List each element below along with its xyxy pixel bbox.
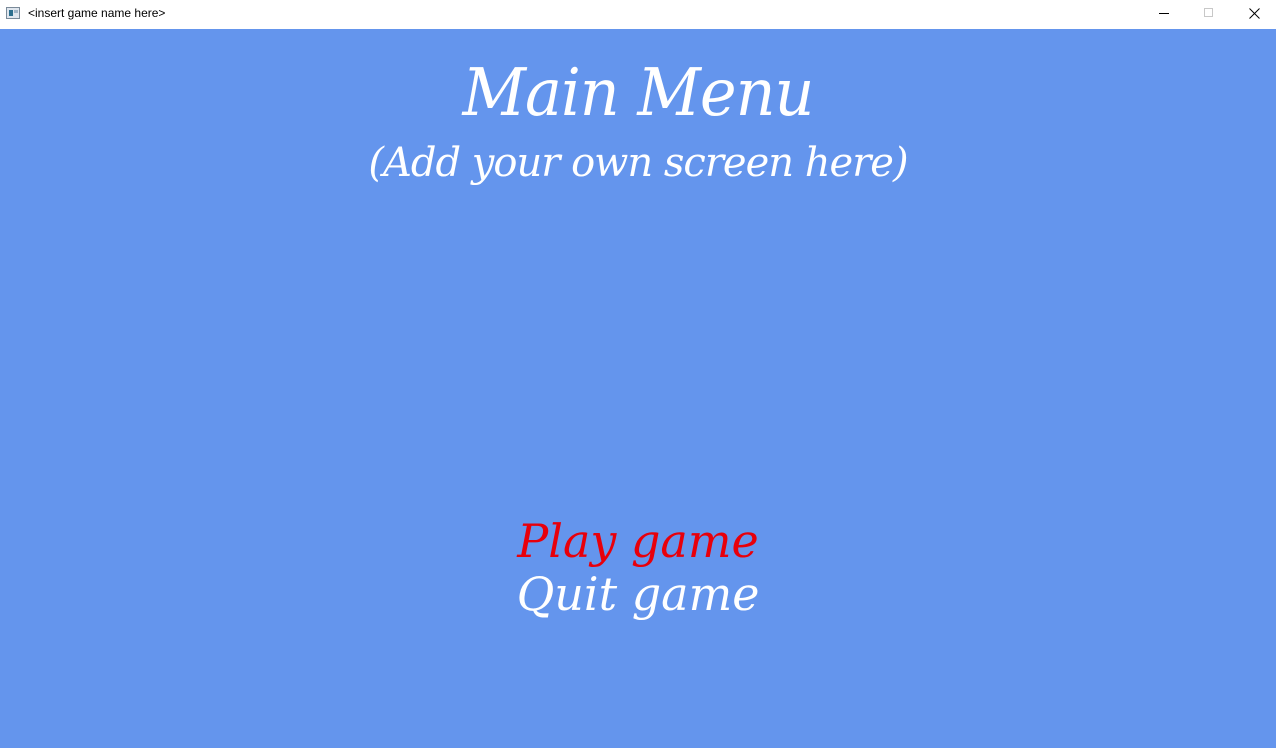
title-bar[interactable]: <insert game name here> [0, 0, 1276, 28]
minimize-icon [1159, 13, 1169, 14]
close-icon [1249, 8, 1260, 19]
maximize-icon [1204, 8, 1213, 17]
maximize-button[interactable] [1186, 0, 1232, 28]
window-title: <insert game name here> [28, 6, 166, 20]
minimize-button[interactable] [1141, 0, 1187, 28]
game-canvas[interactable]: Main Menu (Add your own screen here) Pla… [0, 29, 1276, 748]
quit-game-option[interactable]: Quit game [0, 566, 1276, 622]
menu-title: Main Menu [462, 54, 815, 131]
game-window: <insert game name here> Main Menu (Add y… [0, 0, 1276, 748]
app-icon[interactable] [6, 7, 20, 19]
close-button[interactable] [1231, 0, 1276, 28]
play-game-option[interactable]: Play game [0, 513, 1276, 569]
menu-subtitle: (Add your own screen here) [368, 140, 908, 186]
